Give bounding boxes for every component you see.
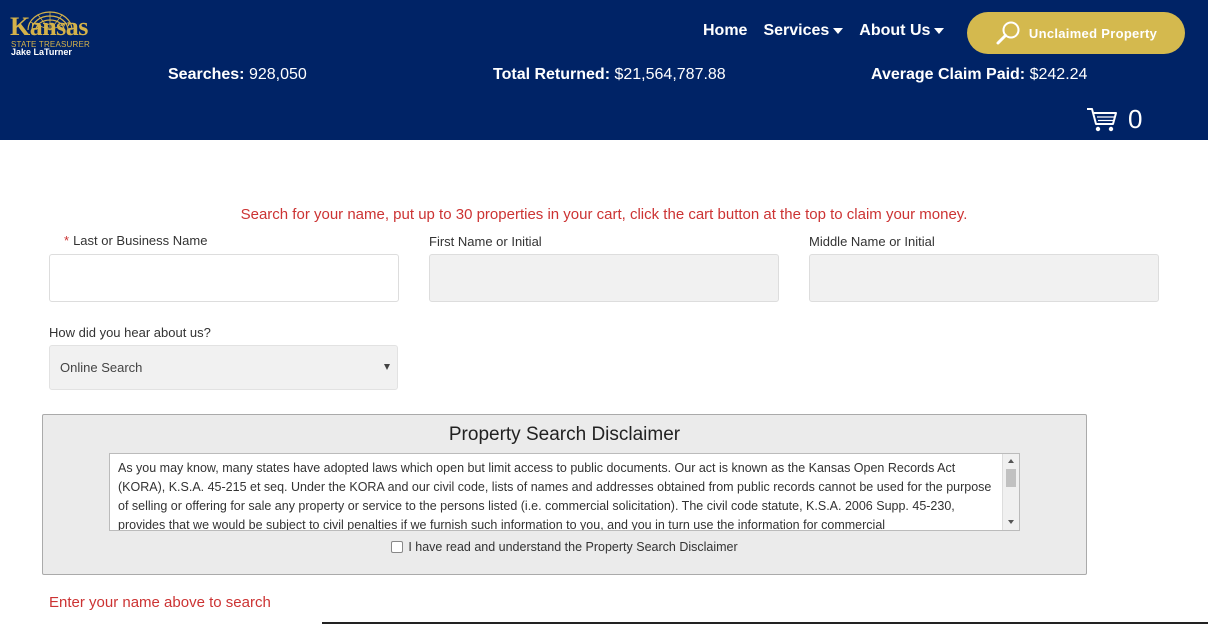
unclaimed-property-button[interactable]: Unclaimed Property <box>967 12 1185 54</box>
first-name-input[interactable] <box>430 255 778 301</box>
disclaimer-agree-label[interactable]: I have read and understand the Property … <box>408 540 737 554</box>
scroll-down-icon[interactable] <box>1008 520 1014 524</box>
stat-returned-label: Total Returned: <box>493 66 611 83</box>
hear-about-select[interactable]: Online Search <box>49 345 398 390</box>
hear-about-label: How did you hear about us? <box>49 325 211 340</box>
site-header: Kansas STATE TREASURER Jake LaTurner Hom… <box>0 0 1208 140</box>
stat-total-returned: Total Returned: $21,564,787.88 <box>493 66 726 84</box>
unclaimed-property-label: Unclaimed Property <box>1028 25 1158 41</box>
stat-average-claim: Average Claim Paid: $242.24 <box>871 66 1087 84</box>
disclaimer-agree-checkbox[interactable] <box>391 541 404 553</box>
disclaimer-panel: Property Search Disclaimer As you may kn… <box>42 414 1087 575</box>
stat-average-label: Average Claim Paid: <box>871 66 1026 83</box>
scroll-up-icon[interactable] <box>1008 459 1014 463</box>
logo-treasurer-name: Jake LaTurner <box>11 47 72 57</box>
stat-returned-value: $21,564,787.88 <box>614 66 726 83</box>
scroll-thumb[interactable] <box>1006 469 1016 487</box>
cart-count: 0 <box>1128 104 1143 134</box>
dropdown-arrow-icon <box>384 364 390 370</box>
disclaimer-textarea[interactable]: As you may know, many states have adopte… <box>109 453 1020 531</box>
cart-button[interactable]: 0 <box>1086 104 1142 135</box>
middle-name-field[interactable] <box>809 254 1159 302</box>
nav-services[interactable]: Services <box>763 22 844 40</box>
main-nav: Home Services About Us <box>703 22 960 40</box>
nav-home-label: Home <box>703 22 748 39</box>
nav-home[interactable]: Home <box>703 22 747 40</box>
stat-searches-label: Searches: <box>168 66 245 83</box>
last-name-field[interactable] <box>49 254 399 302</box>
last-name-label: * Last or Business Name <box>64 233 207 248</box>
logo-title: Kansas <box>10 12 88 41</box>
nav-about-label: About Us <box>859 22 931 39</box>
stat-average-value: $242.24 <box>1029 66 1088 83</box>
caret-down-icon <box>833 28 844 34</box>
required-marker: * <box>64 233 70 248</box>
first-name-field[interactable] <box>429 254 779 302</box>
magnifier-icon <box>996 21 1020 45</box>
disclaimer-text: As you may know, many states have adopte… <box>118 461 992 531</box>
stat-searches-value: 928,050 <box>248 66 307 83</box>
search-instructions: Search for your name, put up to 30 prope… <box>240 206 968 223</box>
disclaimer-scrollbar[interactable] <box>1002 454 1019 530</box>
last-name-label-text: Last or Business Name <box>73 233 208 248</box>
first-name-label: First Name or Initial <box>429 234 542 249</box>
disclaimer-title: Property Search Disclaimer <box>448 424 681 445</box>
middle-name-input[interactable] <box>810 255 1158 301</box>
middle-name-label: Middle Name or Initial <box>809 234 935 249</box>
status-message: Enter your name above to search <box>49 594 271 611</box>
shopping-cart-icon <box>1087 107 1117 131</box>
caret-down-icon <box>934 28 945 34</box>
nav-services-label: Services <box>763 22 830 39</box>
last-name-input[interactable] <box>50 255 398 301</box>
disclaimer-agree-row: I have read and understand the Property … <box>43 540 1086 554</box>
stat-searches: Searches: 928,050 <box>168 66 307 84</box>
hear-about-selected: Online Search <box>60 360 143 375</box>
nav-about-us[interactable]: About Us <box>859 22 945 40</box>
